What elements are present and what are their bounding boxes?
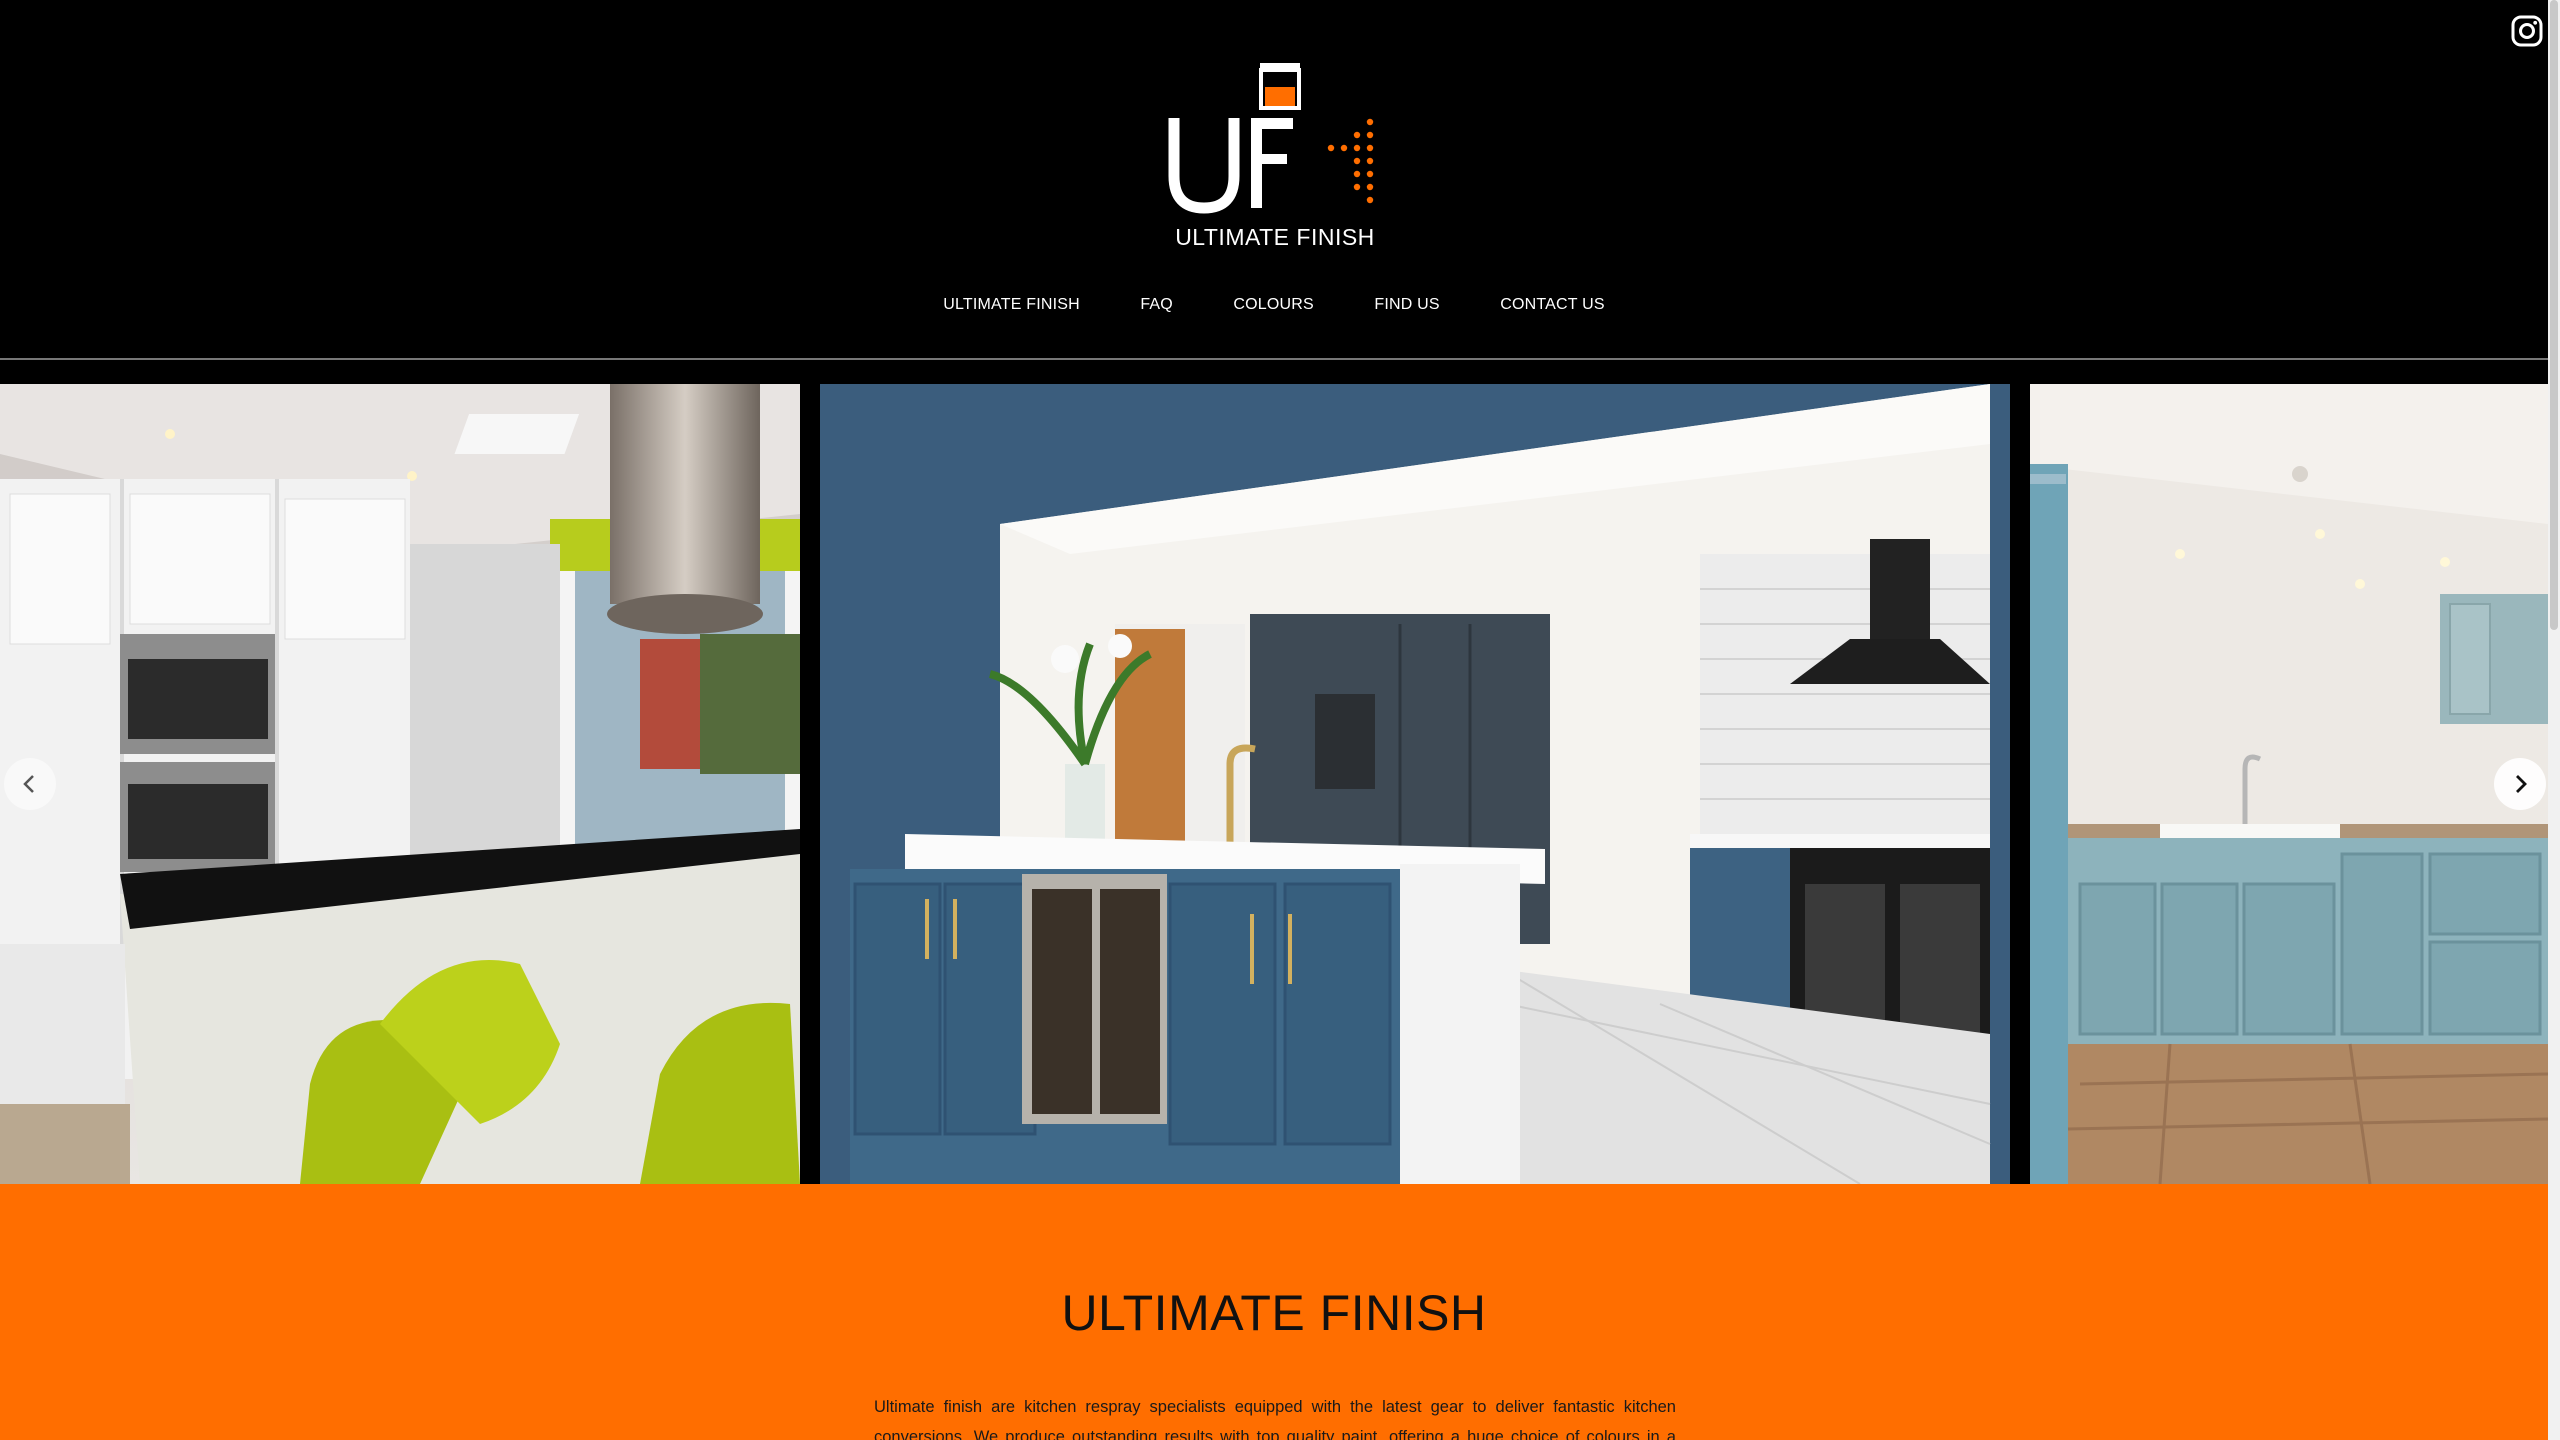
page-scrollbar[interactable] (2548, 0, 2560, 1440)
carousel-slide-white-kitchen[interactable] (0, 384, 800, 1184)
site-header: ULTIMATE FINISH ULTIMATE FINISH FAQ COLO… (0, 0, 2548, 360)
chevron-right-icon (2516, 775, 2527, 793)
header-divider (0, 358, 2548, 360)
about-section: ULTIMATE FINISH Ultimate finish are kitc… (0, 1184, 2548, 1440)
nav-ultimate-finish[interactable]: ULTIMATE FINISH (943, 296, 1080, 314)
nav-find-us[interactable]: FIND US (1374, 296, 1439, 314)
main-nav: ULTIMATE FINISH FAQ COLOURS FIND US CONT… (0, 296, 2548, 314)
carousel-slide-blue-kitchen[interactable] (810, 384, 2010, 1184)
carousel-next-button[interactable] (2494, 758, 2546, 810)
chevron-left-icon (23, 775, 34, 793)
carousel-slide-belfast-sink-kitchen[interactable] (2020, 384, 2548, 1184)
nav-contact-us[interactable]: CONTACT US (1500, 296, 1605, 314)
nav-colours[interactable]: COLOURS (1233, 296, 1314, 314)
nav-faq[interactable]: FAQ (1140, 296, 1173, 314)
image-carousel (0, 384, 2548, 1184)
uf-logo-mark (1168, 63, 1374, 214)
scrollbar-thumb[interactable] (2550, 0, 2558, 630)
carousel-prev-button[interactable] (4, 758, 56, 810)
about-title: ULTIMATE FINISH (1061, 1285, 1487, 1341)
instagram-icon[interactable] (2510, 14, 2544, 48)
logo-text: ULTIMATE FINISH (1175, 224, 1375, 250)
about-body: Ultimate finish are kitchen respray spec… (874, 1398, 1676, 1440)
site-logo[interactable]: ULTIMATE FINISH (1150, 48, 1400, 260)
